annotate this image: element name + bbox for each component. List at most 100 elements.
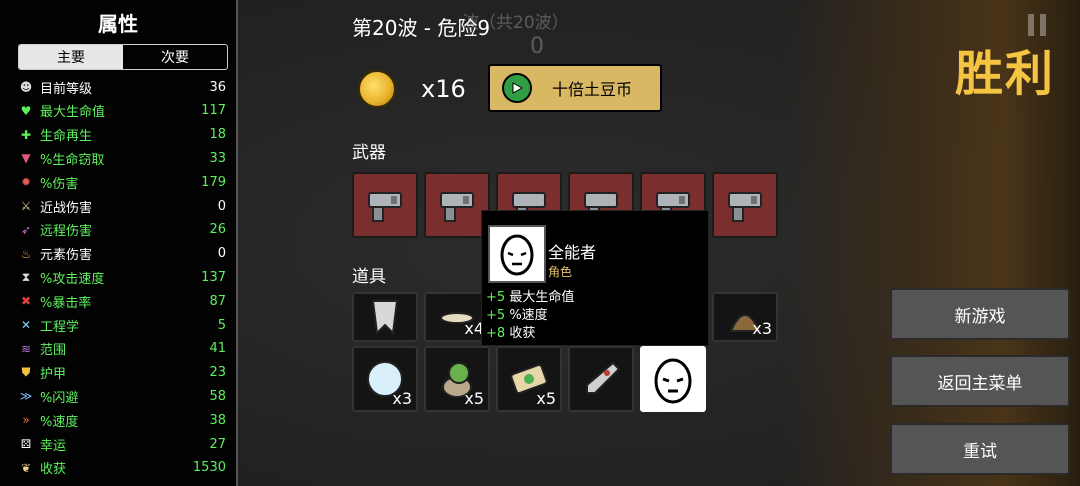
item-quantity: x3 (752, 319, 772, 338)
stat-row[interactable]: ⚄ 幸运 27 (18, 433, 226, 455)
retry-button[interactable]: 重试 (890, 423, 1070, 475)
stat-name: %闪避 (40, 390, 79, 406)
stat-name: %攻击速度 (40, 271, 105, 287)
stat-value: 18 (209, 127, 226, 143)
stats-tabs: 主要 次要 (18, 44, 228, 70)
tooltip-type: 角色 (548, 265, 573, 279)
wave-title: 第20波 - 危险9 (352, 16, 491, 40)
tooltip-stat-label: 最大生命值 (509, 290, 575, 305)
stat-row[interactable]: ✕ 工程学 5 (18, 314, 226, 336)
stat-row[interactable]: » %速度 38 (18, 409, 226, 431)
wave-counter-ghost: 0 (530, 34, 544, 59)
stat-row[interactable]: ➶ 远程伤害 26 (18, 219, 226, 241)
stat-value: 33 (209, 150, 226, 166)
stat-value: 0 (217, 246, 226, 262)
tab-secondary[interactable]: 次要 (123, 45, 227, 69)
item-slot[interactable]: x5 (496, 346, 562, 412)
item-slot[interactable]: x3 (352, 346, 418, 412)
stat-name: 收获 (40, 462, 67, 478)
stat-name: 远程伤害 (40, 224, 93, 240)
pause-icon[interactable] (1028, 14, 1048, 36)
stat-value: 0 (217, 198, 226, 214)
victory-title: 胜利 (955, 46, 1056, 102)
egg-character-icon (500, 234, 534, 276)
stat-value: 87 (209, 293, 226, 309)
stat-name: 幸运 (40, 438, 67, 454)
stat-value: 23 (209, 365, 226, 381)
stat-row[interactable]: ⚔ 近战伤害 0 (18, 195, 226, 217)
crit-icon: ✖ (20, 294, 32, 309)
dice-icon: ⚄ (20, 437, 32, 451)
new-game-button[interactable]: 新游戏 (890, 288, 1070, 340)
tooltip-stat-value: +5 (486, 308, 506, 323)
stat-name: %速度 (40, 414, 79, 430)
item-slot[interactable] (568, 346, 634, 412)
weapons-label: 武器 (352, 143, 386, 163)
stat-row[interactable]: ❦ 收获 1530 (18, 457, 226, 479)
stat-value: 41 (209, 341, 226, 357)
sword-icon: ⚔ (20, 199, 32, 213)
tooltip-stat-label: %速度 (509, 308, 548, 323)
character-portrait (488, 225, 546, 283)
stat-name: %暴击率 (40, 295, 92, 311)
stat-value: 38 (209, 412, 226, 428)
stat-value: 179 (201, 174, 226, 190)
tooltip-stat-line: +5 最大生命值 (486, 286, 574, 305)
tooltip-stat-line: +5 %速度 (486, 304, 548, 323)
stat-row[interactable]: ✹ %伤害 179 (18, 171, 226, 193)
stat-name: 工程学 (40, 319, 80, 335)
stat-row[interactable]: ≋ 范围 41 (18, 338, 226, 360)
gun-icon (728, 192, 762, 222)
regen-icon: ✚ (20, 127, 32, 142)
character-slot[interactable] (640, 346, 706, 412)
stat-name: 元素伤害 (40, 248, 93, 264)
tenx-coin-button[interactable]: 十倍土豆币 (488, 64, 662, 112)
main-menu-button[interactable]: 返回主菜单 (890, 355, 1070, 407)
harvest-icon: ❦ (20, 460, 32, 475)
stat-value: 36 (209, 79, 226, 95)
stat-row[interactable]: ♥ 最大生命值 117 (18, 100, 226, 122)
damage-icon: ✹ (20, 175, 32, 190)
tooltip-stat-line: +8 收获 (486, 322, 535, 341)
tooltip-stat-value: +5 (486, 290, 506, 305)
tooltip-stat-value: +8 (486, 326, 506, 341)
stat-value: 58 (209, 388, 226, 404)
shield-icon: ⛊ (21, 365, 31, 380)
item-slot[interactable]: x5 (424, 346, 490, 412)
stat-row[interactable]: ✚ 生命再生 18 (18, 124, 226, 146)
fangs-icon: ▼ (21, 151, 31, 166)
dodge-icon: ≫ (19, 389, 33, 404)
stat-name: 目前等级 (40, 81, 93, 97)
stat-name: 最大生命值 (40, 105, 106, 121)
stat-row[interactable]: ♨ 元素伤害 0 (18, 243, 226, 265)
potato-coin-icon (358, 70, 396, 108)
items-label: 道具 (352, 267, 386, 287)
tooltip-name: 全能者 (548, 243, 597, 262)
stat-row[interactable]: ⧗ %攻击速度 137 (18, 266, 226, 288)
weapon-slot[interactable] (712, 172, 778, 238)
stat-name: 范围 (40, 343, 67, 359)
wrench-icon: ✕ (20, 318, 32, 332)
stat-row[interactable]: ≫ %闪避 58 (18, 385, 226, 407)
stat-value: 1530 (192, 460, 226, 476)
item-quantity: x5 (536, 389, 556, 408)
stat-value: 117 (201, 103, 226, 119)
stat-row[interactable]: ☻ 目前等级 36 (18, 76, 226, 98)
boot-icon: » (22, 413, 30, 428)
bow-icon: ➶ (20, 222, 32, 237)
item-slot[interactable] (352, 292, 418, 342)
stat-row[interactable]: ⛊ 护甲 23 (18, 362, 226, 384)
tooltip-stat-label: 收获 (509, 326, 536, 341)
heart-icon: ♥ (20, 103, 32, 118)
stat-value: 27 (209, 436, 226, 452)
stat-name: %伤害 (40, 176, 79, 192)
stat-row[interactable]: ▼ %生命窃取 33 (18, 147, 226, 169)
hourglass-icon: ⧗ (21, 269, 31, 284)
stat-row[interactable]: ✖ %暴击率 87 (18, 290, 226, 312)
weapon-slot[interactable] (352, 172, 418, 238)
stat-value: 137 (201, 269, 226, 285)
item-slot[interactable]: x3 (712, 292, 778, 342)
stats-title: 属性 (98, 12, 138, 36)
stat-value: 26 (209, 222, 226, 238)
tab-primary[interactable]: 主要 (19, 45, 123, 69)
